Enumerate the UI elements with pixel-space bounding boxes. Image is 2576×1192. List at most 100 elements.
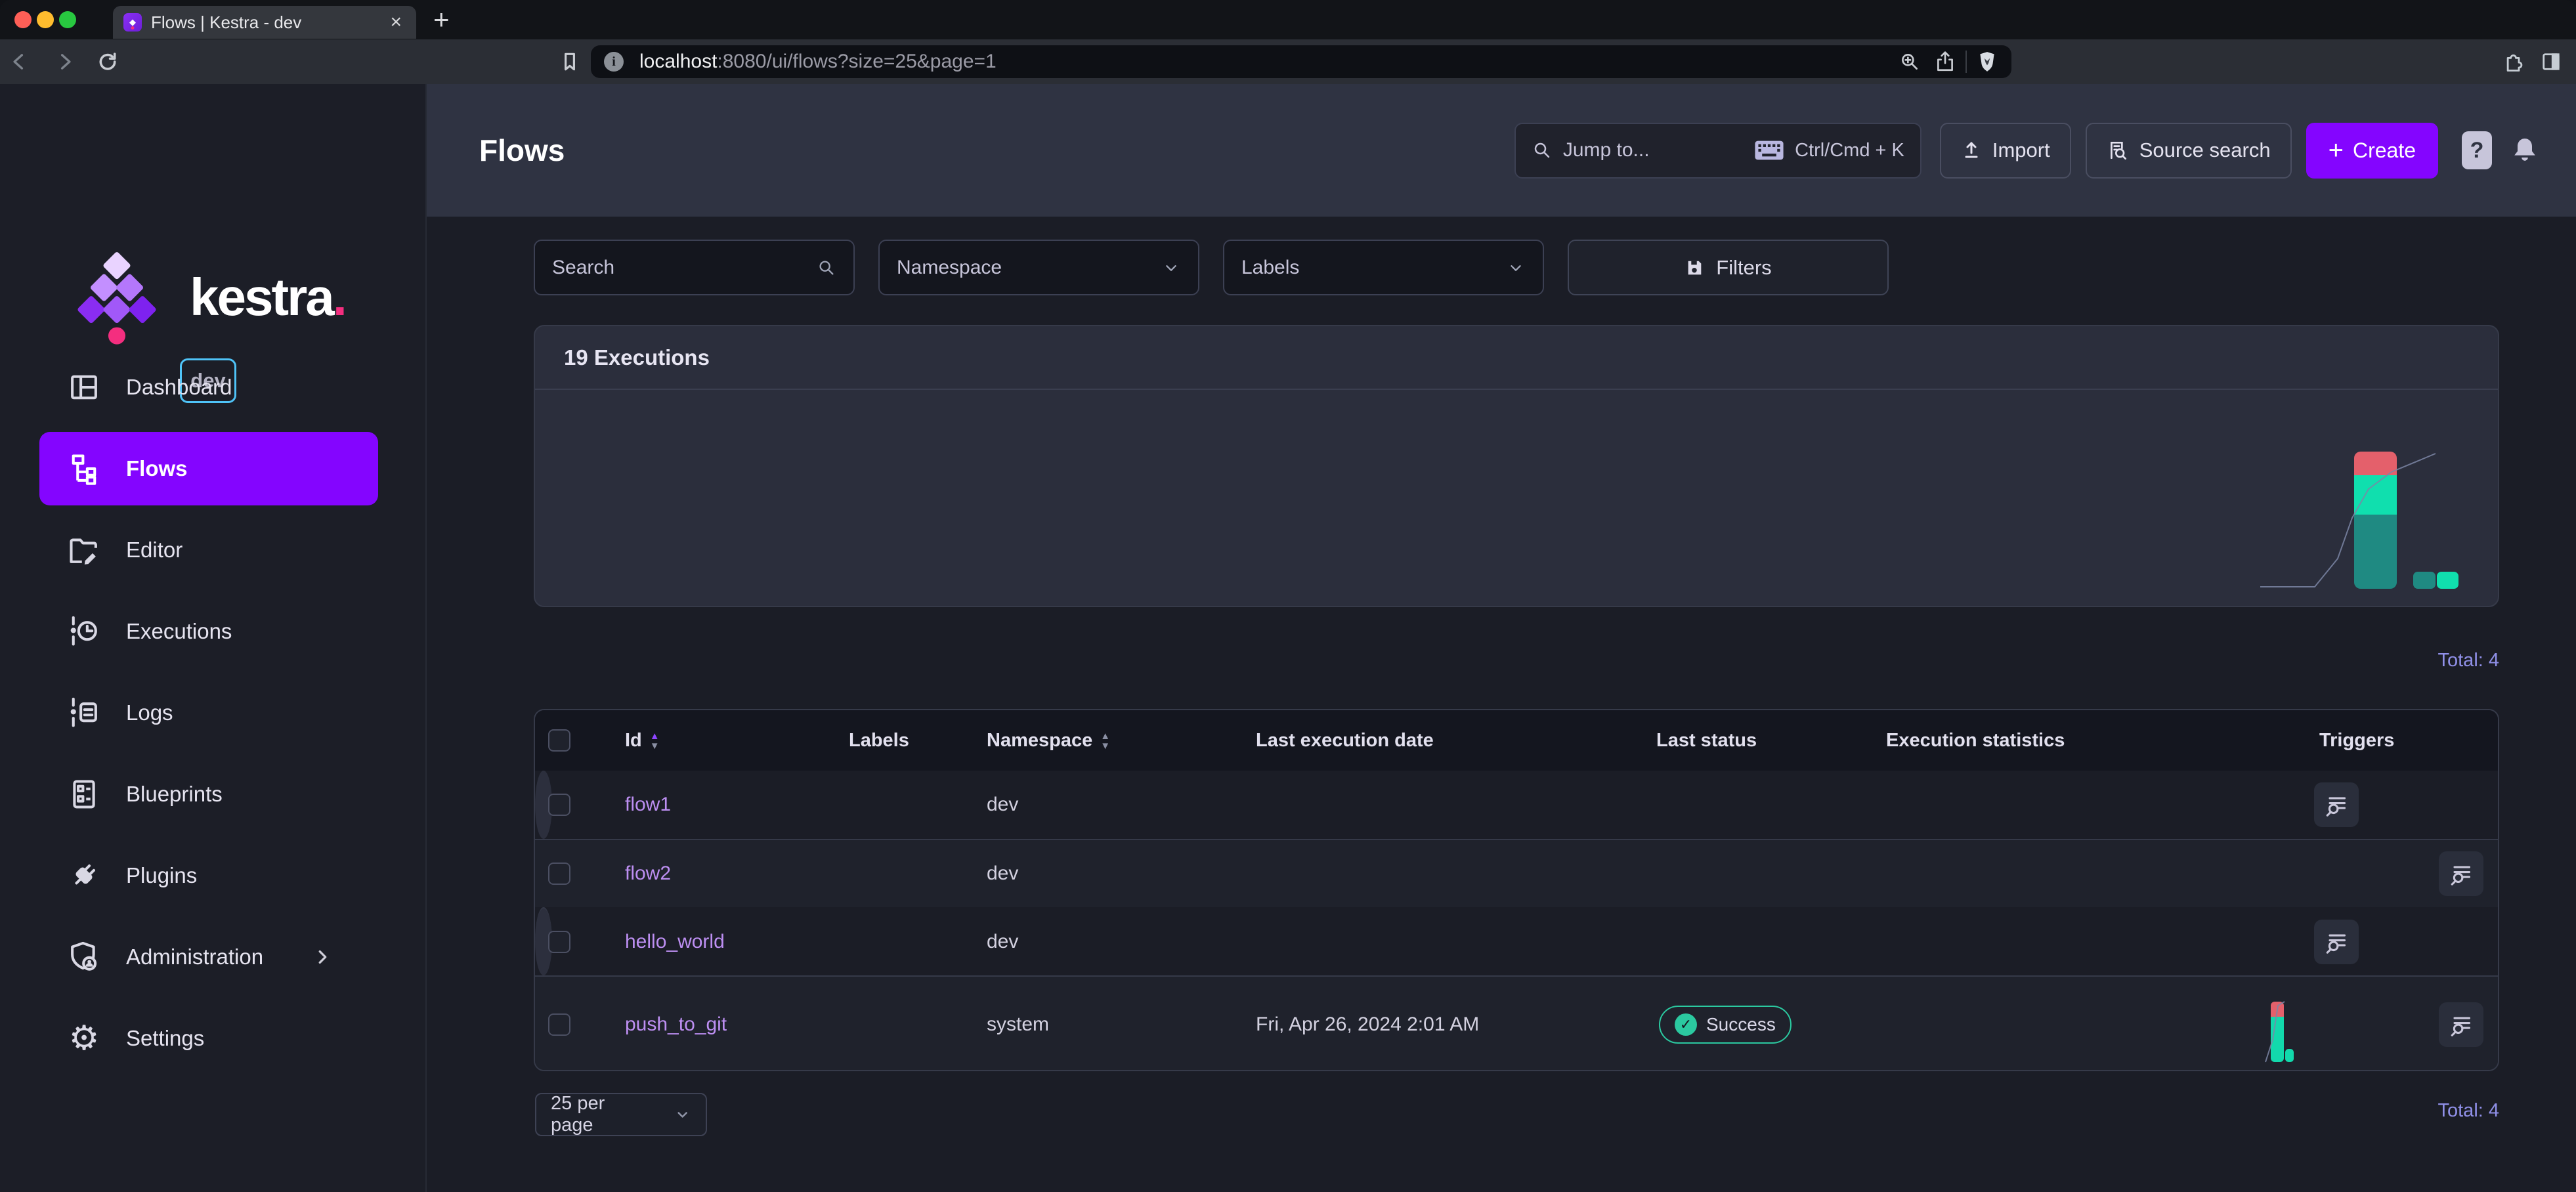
- kestra-logo-icon: [56, 248, 178, 347]
- select-all-checkbox[interactable]: [548, 729, 570, 752]
- sidebar-item-plugins[interactable]: Plugins: [39, 839, 378, 912]
- chevron-right-icon: [312, 947, 332, 967]
- browser-window: ◆ Flows | Kestra - dev × + i localhost:8…: [0, 0, 2576, 1192]
- sidebar-item-dashboard[interactable]: Dashboard: [39, 351, 378, 424]
- flow-namespace: system: [981, 1013, 1251, 1036]
- sidebar-item-blueprints[interactable]: Blueprints: [39, 757, 378, 831]
- import-button[interactable]: Import: [1940, 123, 2071, 179]
- chevron-down-icon: [674, 1105, 691, 1124]
- jump-to-placeholder: Jump to...: [1563, 139, 1650, 161]
- labels-select[interactable]: Labels: [1223, 240, 1544, 295]
- flow-id-link[interactable]: hello_world: [625, 931, 725, 952]
- column-header-namespace[interactable]: Namespace▲▼: [981, 730, 1251, 752]
- column-header-last-execution-date[interactable]: Last execution date: [1251, 730, 1651, 752]
- browser-toolbar: i localhost:8080/ui/flows?size=25&page=1: [0, 39, 2576, 84]
- bookmark-icon[interactable]: [555, 47, 584, 76]
- filters-button[interactable]: Filters: [1568, 240, 1889, 295]
- executions-chart[interactable]: [2260, 434, 2497, 598]
- close-window-button[interactable]: [14, 11, 32, 28]
- help-icon[interactable]: ?: [2462, 131, 2492, 169]
- search-icon: [1532, 140, 1553, 161]
- shield-account-icon: [66, 939, 102, 975]
- column-header-id[interactable]: Id▲▼: [599, 730, 844, 752]
- sidebar-item-flows[interactable]: Flows: [39, 432, 378, 505]
- flow-namespace: dev: [981, 794, 1251, 816]
- extensions-puzzle-icon[interactable]: [2501, 50, 2525, 74]
- maximize-window-button[interactable]: [59, 11, 76, 28]
- sidebar-item-administration[interactable]: Administration: [39, 920, 378, 994]
- page-title: Flows: [479, 133, 565, 168]
- browser-tab[interactable]: ◆ Flows | Kestra - dev ×: [113, 6, 416, 39]
- table-row[interactable]: hello_world dev: [535, 907, 552, 975]
- column-header-labels[interactable]: Labels: [844, 730, 981, 752]
- url-text: localhost:8080/ui/flows?size=25&page=1: [639, 51, 997, 73]
- row-checkbox[interactable]: [548, 794, 570, 816]
- table-row[interactable]: flow1 dev: [535, 771, 552, 839]
- dashboard-icon: [66, 369, 102, 406]
- row-checkbox[interactable]: [548, 862, 570, 885]
- triggers-button[interactable]: [2314, 920, 2359, 964]
- check-circle-icon: ✓: [1675, 1013, 1697, 1036]
- table-row[interactable]: flow2 dev: [535, 839, 2498, 907]
- status-badge: ✓ Success: [1659, 1006, 1792, 1044]
- chevron-down-icon: [1161, 258, 1181, 278]
- shortcut-hint: Ctrl/Cmd + K: [1795, 140, 1904, 161]
- triggers-button[interactable]: [2439, 1002, 2483, 1047]
- namespace-select[interactable]: Namespace: [878, 240, 1199, 295]
- column-header-last-status[interactable]: Last status: [1651, 730, 1881, 752]
- sidebar-item-label: Flows: [126, 456, 188, 481]
- triggers-button[interactable]: [2439, 851, 2483, 896]
- gear-icon: ⚙: [66, 1020, 102, 1057]
- upload-icon: [1961, 140, 1982, 161]
- zoom-page-icon[interactable]: [1899, 51, 1921, 73]
- kestra-wordmark: kestra.: [190, 267, 345, 328]
- total-count-top: Total: 4: [2438, 650, 2500, 671]
- keyboard-icon: [1754, 139, 1784, 161]
- sidebar-item-settings[interactable]: ⚙ Settings: [39, 1002, 378, 1075]
- flow-namespace: dev: [981, 862, 1251, 885]
- flow-id-link[interactable]: flow1: [625, 794, 671, 815]
- flow-id-link[interactable]: push_to_git: [625, 1013, 727, 1035]
- search-input[interactable]: Search: [534, 240, 855, 295]
- row-checkbox[interactable]: [548, 1013, 570, 1036]
- column-header-triggers[interactable]: Triggers: [2314, 730, 2498, 752]
- sidebar-item-label: Editor: [126, 538, 182, 563]
- new-tab-button[interactable]: +: [433, 6, 450, 33]
- save-filter-icon: [1685, 258, 1704, 278]
- execution-statistics-chart[interactable]: [2264, 999, 2298, 1065]
- sidebar-item-editor[interactable]: Editor: [39, 513, 378, 587]
- address-bar[interactable]: i localhost:8080/ui/flows?size=25&page=1: [591, 45, 2011, 78]
- sidebar: kestra. dev Dashboard Flows: [0, 84, 427, 1192]
- brave-shield-icon[interactable]: [1976, 49, 1998, 74]
- triggers-button[interactable]: [2314, 782, 2359, 827]
- kestra-logo[interactable]: kestra.: [56, 248, 345, 347]
- notifications-bell-icon[interactable]: [2510, 135, 2539, 166]
- forward-icon[interactable]: [50, 47, 79, 76]
- kestra-favicon-icon: ◆: [123, 13, 142, 32]
- sidebar-item-label: Blueprints: [126, 782, 223, 807]
- sidebar-item-label: Logs: [126, 700, 173, 725]
- minimize-window-button[interactable]: [37, 11, 54, 28]
- row-checkbox[interactable]: [548, 931, 570, 953]
- column-header-execution-statistics[interactable]: Execution statistics: [1881, 730, 2314, 752]
- timeline-text-icon: [66, 694, 102, 731]
- table-row[interactable]: push_to_git system Fri, Apr 26, 2024 2:0…: [535, 975, 2498, 1071]
- tab-close-icon[interactable]: ×: [386, 12, 406, 32]
- sidebar-toggle-icon[interactable]: [2539, 50, 2563, 74]
- file-search-icon: [2107, 139, 2129, 161]
- source-search-button[interactable]: Source search: [2086, 123, 2292, 179]
- total-count-bottom: Total: 4: [2438, 1100, 2500, 1122]
- share-icon[interactable]: [1934, 51, 1956, 73]
- reload-icon[interactable]: [93, 47, 122, 76]
- flow-id-link[interactable]: flow2: [625, 862, 671, 884]
- sidebar-item-executions[interactable]: Executions: [39, 595, 378, 668]
- create-button[interactable]: + Create: [2306, 123, 2438, 179]
- sidebar-item-logs[interactable]: Logs: [39, 676, 378, 750]
- site-info-icon[interactable]: i: [604, 52, 624, 72]
- jump-to-search[interactable]: Jump to... Ctrl/Cmd + K: [1514, 123, 1921, 179]
- main-content: Flows Jump to... Ctrl/Cmd + K Import: [427, 84, 2576, 1192]
- per-page-select[interactable]: 25 per page: [535, 1093, 707, 1136]
- back-icon[interactable]: [5, 47, 34, 76]
- window-controls: [14, 11, 76, 28]
- executions-panel-title: 19 Executions: [535, 326, 2498, 390]
